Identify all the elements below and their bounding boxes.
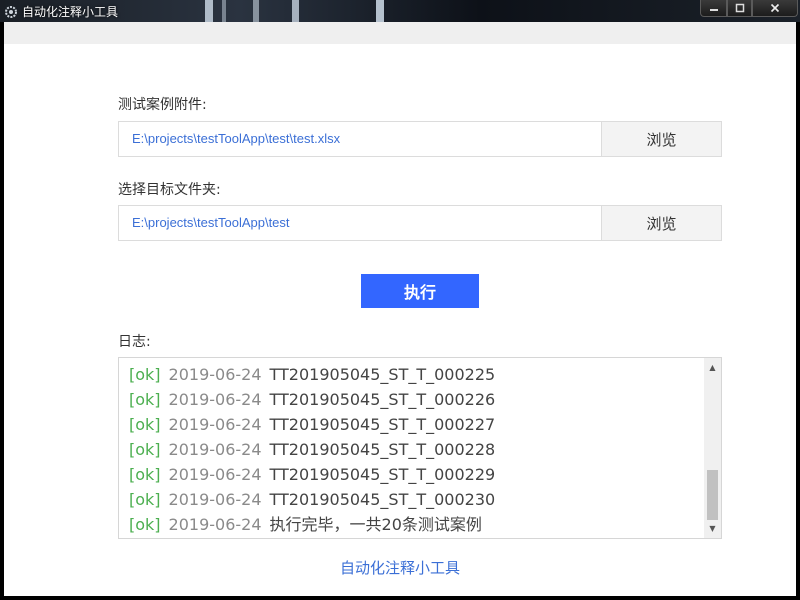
window-controls: [700, 0, 798, 18]
log-date: 2019-06-24: [168, 390, 262, 409]
log-status: [ok]: [129, 515, 161, 534]
maximize-button[interactable]: [727, 0, 752, 17]
scroll-up-arrow-icon[interactable]: ▲: [704, 360, 721, 375]
folder-path-field[interactable]: E:\projects\testToolApp\test: [118, 205, 602, 241]
folder-label: 选择目标文件夹:: [118, 182, 221, 198]
scroll-down-arrow-icon[interactable]: ▼: [704, 521, 721, 536]
log-date: 2019-06-24: [168, 490, 262, 509]
folder-browse-button[interactable]: 浏览: [602, 205, 722, 241]
log-entry: [ok] 2019-06-24 执行完毕，一共20条测试案例: [129, 512, 495, 537]
log-date: 2019-06-24: [168, 365, 262, 384]
app-gear-icon: [4, 4, 18, 18]
log-status: [ok]: [129, 440, 161, 459]
minimize-button[interactable]: [700, 0, 727, 17]
title-bar[interactable]: 自动化注释小工具: [0, 0, 800, 22]
log-date: 2019-06-24: [168, 515, 262, 534]
attachment-label: 测试案例附件:: [118, 97, 207, 113]
log-entry: [ok] 2019-06-24 TT201905045_ST_T_000226: [129, 387, 495, 412]
window-title: 自动化注释小工具: [22, 5, 119, 19]
log-message: TT201905045_ST_T_000225: [269, 365, 496, 384]
close-icon: [770, 3, 780, 13]
log-area[interactable]: [ok] 2019-06-24 TT201905045_ST_T_000225 [o…: [118, 357, 722, 539]
log-entry: [ok] 2019-06-24 TT201905045_ST_T_000229: [129, 462, 495, 487]
log-date: 2019-06-24: [168, 465, 262, 484]
header-strip: [4, 22, 796, 44]
log-message: TT201905045_ST_T_000229: [269, 465, 496, 484]
main-window: 测试案例附件: E:\projects\testToolApp\test\tes…: [4, 22, 796, 596]
log-message: TT201905045_ST_T_000227: [269, 415, 496, 434]
log-date: 2019-06-24: [168, 440, 262, 459]
log-scrollbar[interactable]: ▲ ▼: [704, 358, 721, 538]
maximize-icon: [735, 3, 744, 13]
log-message: TT201905045_ST_T_000230: [269, 490, 496, 509]
log-entry: [ok] 2019-06-24 TT201905045_ST_T_000225: [129, 362, 495, 387]
attachment-browse-button[interactable]: 浏览: [602, 121, 722, 157]
log-entry: [ok] 2019-06-24 TT201905045_ST_T_000228: [129, 437, 495, 462]
footer-link[interactable]: 自动化注释小工具: [4, 557, 796, 578]
log-date: 2019-06-24: [168, 415, 262, 434]
attachment-path-field[interactable]: E:\projects\testToolApp\test\test.xlsx: [118, 121, 602, 157]
log-status: [ok]: [129, 465, 161, 484]
minimize-icon: [709, 9, 718, 11]
log-entry: [ok] 2019-06-24 TT201905045_ST_T_000227: [129, 412, 495, 437]
log-lines: [ok] 2019-06-24 TT201905045_ST_T_000225 [o…: [129, 362, 495, 537]
scroll-thumb[interactable]: [707, 470, 718, 520]
close-button[interactable]: [752, 0, 798, 17]
log-label: 日志:: [118, 334, 151, 350]
log-status: [ok]: [129, 415, 161, 434]
log-status: [ok]: [129, 490, 161, 509]
execute-button[interactable]: 执行: [361, 274, 479, 308]
log-status: [ok]: [129, 390, 161, 409]
log-message: 执行完毕，一共20条测试案例: [269, 515, 482, 534]
log-message: TT201905045_ST_T_000226: [269, 390, 496, 409]
log-message: TT201905045_ST_T_000228: [269, 440, 496, 459]
log-entry: [ok] 2019-06-24 TT201905045_ST_T_000230: [129, 487, 495, 512]
log-status: [ok]: [129, 365, 161, 384]
